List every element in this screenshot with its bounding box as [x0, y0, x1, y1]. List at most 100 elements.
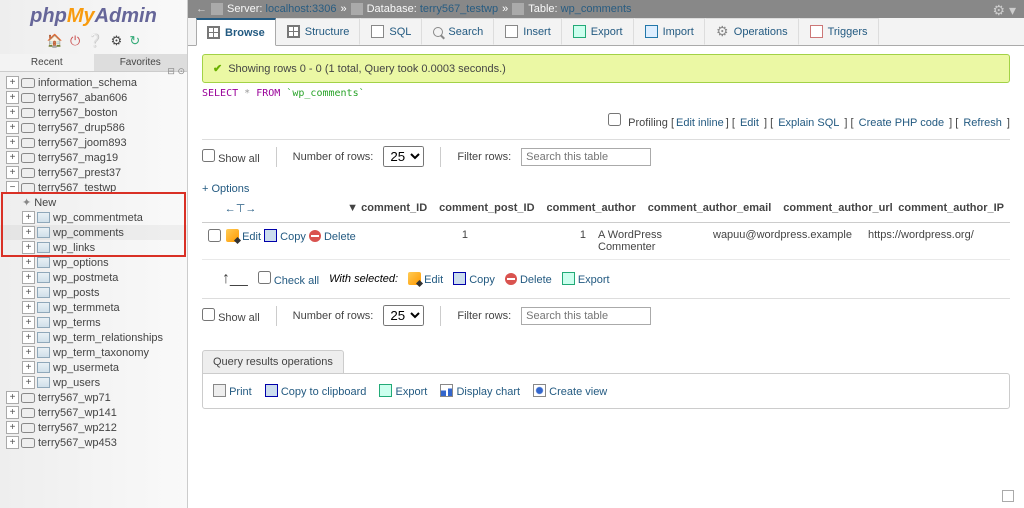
expand-icon[interactable]: + — [6, 436, 19, 449]
col-author[interactable]: comment_author — [541, 198, 642, 219]
expand-icon[interactable]: + — [22, 346, 35, 359]
tab-import[interactable]: Import — [634, 18, 705, 45]
showall-checkbox[interactable] — [202, 149, 215, 162]
checkall-checkbox[interactable] — [258, 271, 271, 284]
ws-edit[interactable]: Edit — [424, 274, 443, 286]
logout-icon[interactable]: ⏻ — [70, 33, 80, 49]
db-node[interactable]: +terry567_prest37 — [0, 165, 187, 180]
expand-icon[interactable]: + — [22, 361, 35, 374]
tab-structure[interactable]: Structure — [276, 18, 361, 45]
new-node[interactable]: ✦New — [0, 195, 187, 210]
col-author-url[interactable]: comment_author_url — [777, 198, 892, 219]
expand-icon[interactable]: + — [22, 316, 35, 329]
db-node[interactable]: +information_schema — [0, 75, 187, 90]
edit-link[interactable]: Edit — [740, 117, 759, 129]
showall-checkbox-2[interactable] — [202, 308, 215, 321]
tab-sql[interactable]: SQL — [360, 18, 422, 45]
db-node[interactable]: −terry567_testwp — [0, 180, 187, 195]
expand-icon[interactable]: + — [6, 121, 19, 134]
table-node[interactable]: +wp_users — [0, 375, 187, 390]
tab-export[interactable]: Export — [562, 18, 634, 45]
home-icon[interactable]: 🏠 — [47, 33, 63, 49]
expand-icon[interactable]: + — [6, 421, 19, 434]
op-print[interactable]: Print — [229, 386, 252, 398]
expand-icon[interactable]: + — [22, 241, 35, 254]
expand-icon[interactable]: + — [22, 211, 35, 224]
explain-link[interactable]: Explain SQL — [778, 117, 839, 129]
bc-table[interactable]: wp_comments — [561, 3, 632, 15]
ws-delete[interactable]: Delete — [520, 274, 552, 286]
options-link[interactable]: + Options — [202, 183, 249, 195]
expand-icon[interactable]: + — [6, 106, 19, 119]
tab-recent[interactable]: Recent — [0, 54, 94, 71]
tab-triggers[interactable]: Triggers — [799, 18, 879, 45]
checkall-link[interactable]: Check all — [274, 275, 319, 287]
db-node[interactable]: +terry567_wp453 — [0, 435, 187, 450]
filter-input-2[interactable] — [521, 307, 651, 325]
op-chart[interactable]: Display chart — [456, 386, 520, 398]
table-node[interactable]: +wp_term_taxonomy — [0, 345, 187, 360]
expand-icon[interactable]: + — [6, 166, 19, 179]
tab-search[interactable]: Search — [422, 18, 494, 45]
table-node[interactable]: +wp_links — [0, 240, 187, 255]
db-node[interactable]: +terry567_joom893 — [0, 135, 187, 150]
expand-icon[interactable]: + — [6, 391, 19, 404]
expand-icon[interactable]: + — [22, 226, 35, 239]
col-author-ip[interactable]: comment_author_IP — [892, 198, 1010, 219]
op-copyclip[interactable]: Copy to clipboard — [281, 386, 367, 398]
profiling-checkbox[interactable] — [608, 113, 621, 126]
settings-icon[interactable]: ⚙ — [111, 33, 123, 49]
col-comment-id[interactable]: comment_ID — [355, 198, 433, 219]
tab-browse[interactable]: Browse — [196, 18, 276, 46]
expand-icon[interactable]: + — [22, 271, 35, 284]
numrows-select-2[interactable]: 25 — [383, 305, 424, 326]
db-node[interactable]: +terry567_wp212 — [0, 420, 187, 435]
bc-server[interactable]: localhost:3306 — [266, 3, 337, 15]
table-node[interactable]: +wp_postmeta — [0, 270, 187, 285]
docs-icon[interactable]: ❔ — [87, 33, 103, 49]
row-delete[interactable]: Delete — [324, 231, 356, 243]
numrows-select[interactable]: 25 — [383, 146, 424, 167]
expand-icon[interactable]: + — [22, 376, 35, 389]
db-node[interactable]: +terry567_drup586 — [0, 120, 187, 135]
db-node[interactable]: +terry567_mag19 — [0, 150, 187, 165]
tab-insert[interactable]: Insert — [494, 18, 562, 45]
table-node[interactable]: +wp_options — [0, 255, 187, 270]
table-node[interactable]: +wp_terms — [0, 315, 187, 330]
col-author-email[interactable]: comment_author_email — [642, 198, 777, 219]
pagesettings-icon[interactable]: ⚙ ▾ — [993, 2, 1016, 19]
expand-icon[interactable]: + — [6, 136, 19, 149]
expand-icon[interactable]: + — [6, 151, 19, 164]
expand-icon[interactable]: + — [22, 286, 35, 299]
edit-inline-link[interactable]: Edit inline — [676, 117, 724, 129]
expand-icon[interactable]: + — [6, 91, 19, 104]
ws-copy[interactable]: Copy — [469, 274, 495, 286]
ws-export[interactable]: Export — [578, 274, 610, 286]
db-node[interactable]: +terry567_boston — [0, 105, 187, 120]
op-export[interactable]: Export — [396, 386, 428, 398]
createphp-link[interactable]: Create PHP code — [859, 117, 944, 129]
expand-icon[interactable]: + — [6, 406, 19, 419]
expand-icon[interactable]: + — [22, 331, 35, 344]
reload-icon[interactable]: ↻ — [129, 33, 140, 49]
db-node[interactable]: +terry567_wp71 — [0, 390, 187, 405]
console-toggle[interactable] — [1002, 490, 1014, 502]
db-node[interactable]: +terry567_wp141 — [0, 405, 187, 420]
tab-operations[interactable]: ⚙Operations — [705, 18, 799, 45]
collapse-icon[interactable]: ⊟ ⊙ — [167, 66, 185, 77]
collapse-panel-icon[interactable]: ← — [196, 3, 207, 15]
row-edit[interactable]: Edit — [242, 231, 261, 243]
op-createview[interactable]: Create view — [549, 386, 607, 398]
expand-icon[interactable]: + — [6, 76, 19, 89]
col-post-id[interactable]: comment_post_ID — [433, 198, 540, 219]
table-node[interactable]: +wp_term_relationships — [0, 330, 187, 345]
expand-icon[interactable]: + — [22, 301, 35, 314]
table-node[interactable]: +wp_termmeta — [0, 300, 187, 315]
table-node[interactable]: +wp_comments — [0, 225, 187, 240]
bc-database[interactable]: terry567_testwp — [420, 3, 498, 15]
sort-options[interactable]: ←⊤→ — [219, 198, 341, 219]
db-node[interactable]: +terry567_aban606 — [0, 90, 187, 105]
table-node[interactable]: +wp_posts — [0, 285, 187, 300]
filter-input[interactable] — [521, 148, 651, 166]
expand-icon[interactable]: − — [6, 181, 19, 194]
